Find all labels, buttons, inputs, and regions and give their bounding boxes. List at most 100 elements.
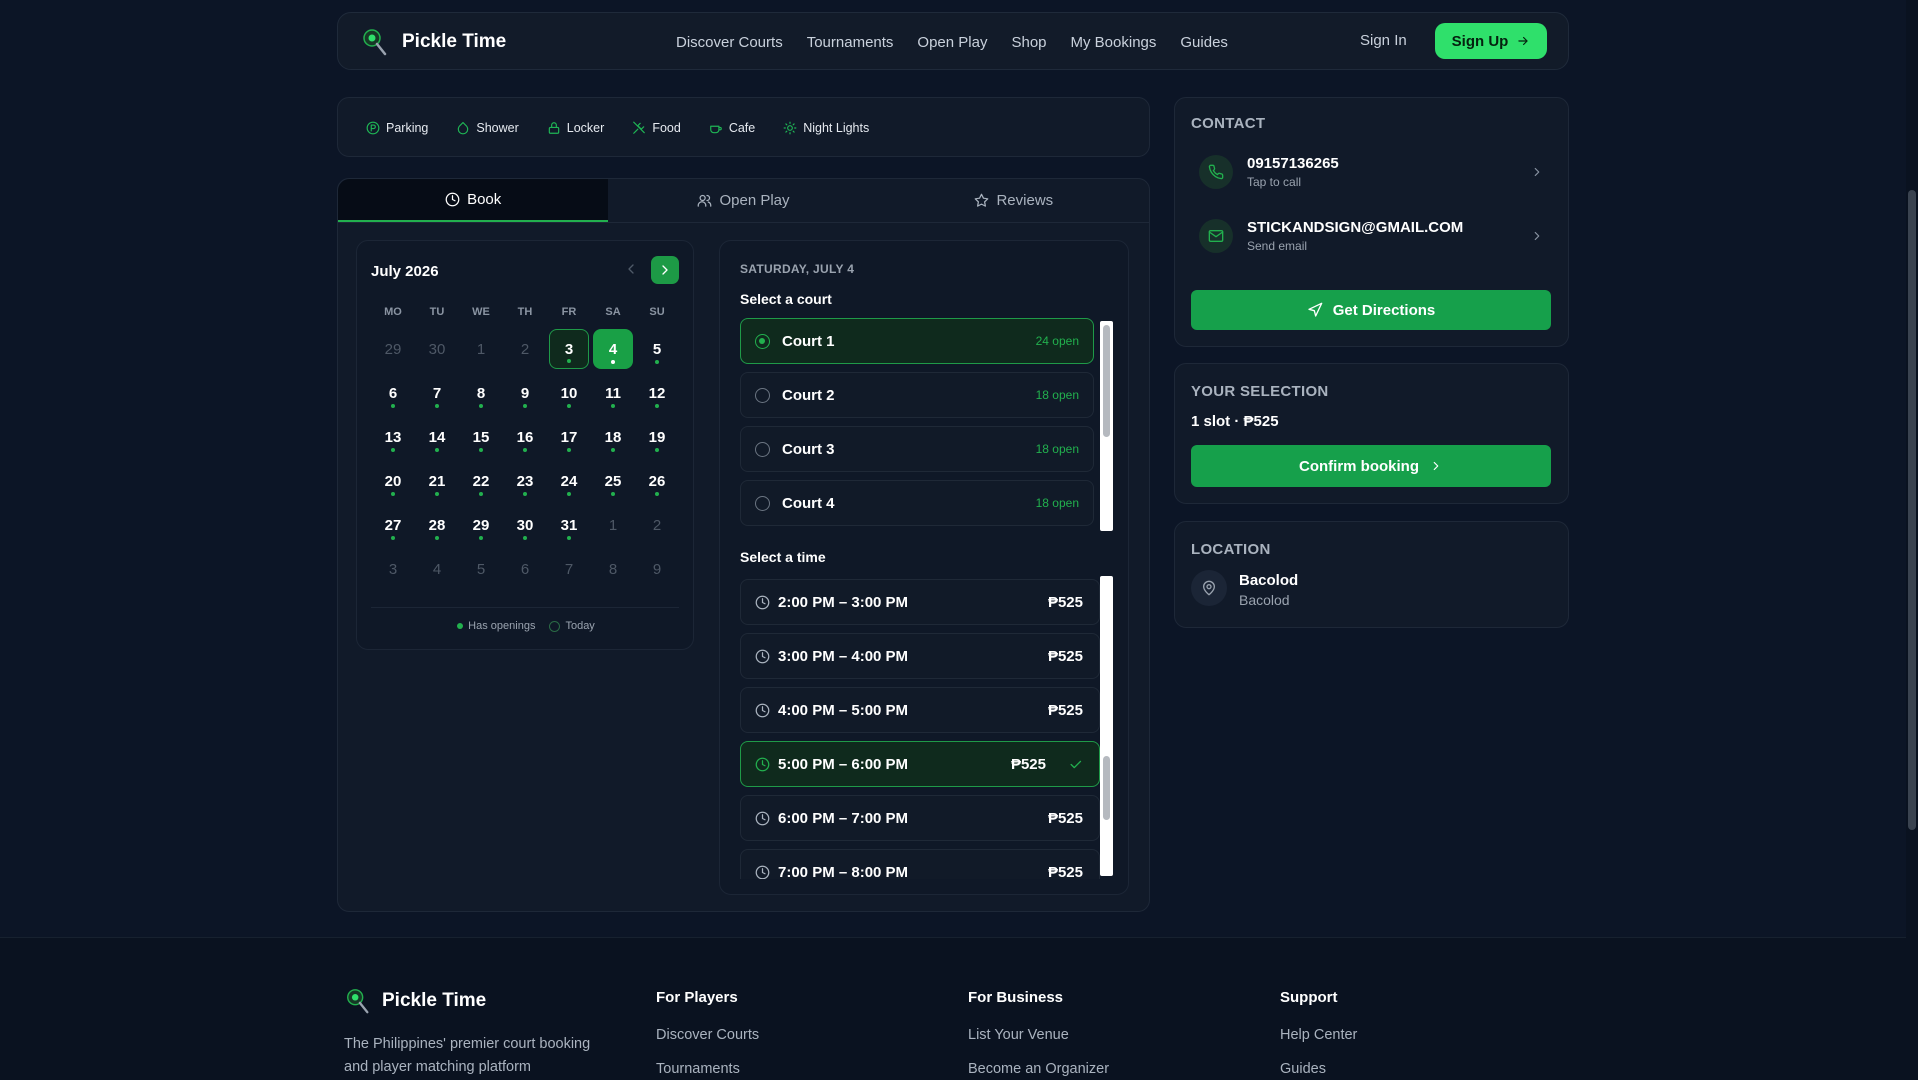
calendar-day-today[interactable]: 3 bbox=[549, 329, 589, 369]
chevron-right-icon bbox=[1433, 461, 1439, 471]
clock-icon bbox=[755, 811, 770, 825]
amenity-shower: Shower bbox=[446, 114, 528, 142]
court-name: Court 3 bbox=[782, 440, 835, 458]
confirm-booking-button[interactable]: Confirm booking bbox=[1191, 445, 1551, 487]
calendar-day[interactable]: 25 bbox=[593, 461, 633, 501]
tab-open-play[interactable]: Open Play bbox=[608, 179, 878, 222]
time-slot-price: ₱525 bbox=[1047, 647, 1083, 665]
amenity-parking: Parking bbox=[356, 114, 438, 142]
tab-reviews[interactable]: Reviews bbox=[879, 179, 1149, 222]
court-option[interactable]: Court 2 18 open bbox=[740, 372, 1094, 418]
tab-label: Book bbox=[467, 191, 502, 208]
phone-icon bbox=[1208, 164, 1224, 180]
calendar-day[interactable]: 29 bbox=[461, 505, 501, 545]
calendar-day[interactable]: 8 bbox=[461, 373, 501, 413]
calendar-next-button[interactable] bbox=[651, 256, 679, 284]
footer-link-list-venue[interactable]: List Your Venue bbox=[968, 1027, 1069, 1043]
calendar-day[interactable]: 23 bbox=[505, 461, 545, 501]
calendar-day[interactable]: 28 bbox=[417, 505, 457, 545]
nav-shop[interactable]: Shop bbox=[1011, 34, 1046, 51]
footer-support-title: Support bbox=[1280, 989, 1338, 1006]
time-slot[interactable]: 2:00 PM – 3:00 PM ₱525 bbox=[740, 579, 1100, 625]
time-slot[interactable]: 7:00 PM – 8:00 PM ₱525 bbox=[740, 849, 1100, 879]
calendar-day[interactable]: 18 bbox=[593, 417, 633, 457]
footer-link-become-organizer[interactable]: Become an Organizer bbox=[968, 1061, 1109, 1077]
court-option[interactable]: Court 3 18 open bbox=[740, 426, 1094, 472]
calendar-day: 1 bbox=[476, 340, 486, 358]
nav-tournaments[interactable]: Tournaments bbox=[807, 34, 894, 51]
time-slot[interactable]: 3:00 PM – 4:00 PM ₱525 bbox=[740, 633, 1100, 679]
calendar-day[interactable]: 6 bbox=[373, 373, 413, 413]
nav-discover-courts[interactable]: Discover Courts bbox=[676, 34, 783, 51]
calendar-day[interactable]: 17 bbox=[549, 417, 589, 457]
time-slot-list: 2:00 PM – 3:00 PM ₱525 3:00 PM – 4:00 PM ₱5… bbox=[740, 579, 1100, 879]
calendar-day-selected[interactable]: 4 bbox=[593, 329, 633, 369]
footer-link-guides[interactable]: Guides bbox=[1280, 1061, 1326, 1077]
footer-link-help-center[interactable]: Help Center bbox=[1280, 1027, 1357, 1043]
nav-my-bookings[interactable]: My Bookings bbox=[1071, 34, 1157, 51]
contact-phone: 09157136265 bbox=[1247, 155, 1339, 172]
call-row[interactable]: 09157136265 Tap to call bbox=[1189, 143, 1554, 201]
chevron-left-icon bbox=[628, 264, 634, 274]
footer-brand[interactable]: Pickle Time bbox=[344, 986, 486, 1016]
court-option[interactable]: Court 1 24 open bbox=[740, 318, 1094, 364]
weekday-label: SU bbox=[649, 306, 665, 318]
calendar-day[interactable]: 15 bbox=[461, 417, 501, 457]
time-slot[interactable]: 5:00 PM – 6:00 PM ₱525 bbox=[740, 741, 1100, 787]
calendar-day[interactable]: 5 bbox=[637, 329, 677, 369]
sign-in-link[interactable]: Sign In bbox=[1360, 32, 1407, 49]
calendar-day[interactable]: 10 bbox=[549, 373, 589, 413]
nav-open-play[interactable]: Open Play bbox=[917, 34, 987, 51]
time-slot[interactable]: 4:00 PM – 5:00 PM ₱525 bbox=[740, 687, 1100, 733]
confirm-booking-label: Confirm booking bbox=[1299, 457, 1419, 475]
calendar-day[interactable]: 9 bbox=[505, 373, 545, 413]
calendar-day[interactable]: 7 bbox=[417, 373, 457, 413]
nav-guides[interactable]: Guides bbox=[1180, 34, 1228, 51]
calendar-day[interactable]: 30 bbox=[505, 505, 545, 545]
time-slot[interactable]: 6:00 PM – 7:00 PM ₱525 bbox=[740, 795, 1100, 841]
time-slot-price: ₱525 bbox=[1047, 863, 1083, 880]
calendar-day[interactable]: 27 bbox=[373, 505, 413, 545]
your-selection-card: YOUR SELECTION 1 slot · ₱525 Confirm boo… bbox=[1174, 363, 1569, 504]
time-scrollbar-thumb[interactable] bbox=[1103, 756, 1110, 820]
calendar-day[interactable]: 21 bbox=[417, 461, 457, 501]
legend-openings-label: Has openings bbox=[468, 620, 536, 632]
tab-book[interactable]: Book bbox=[338, 179, 609, 222]
radio-indicator bbox=[755, 333, 770, 349]
court-option[interactable]: Court 4 18 open bbox=[740, 480, 1094, 526]
calendar-prev-button[interactable] bbox=[623, 261, 639, 277]
chevron-right-icon bbox=[662, 265, 668, 275]
footer-link-tournaments[interactable]: Tournaments bbox=[656, 1061, 740, 1077]
time-list-scrollbar[interactable] bbox=[1100, 576, 1113, 876]
sign-up-button[interactable]: Sign Up bbox=[1435, 23, 1547, 59]
mail-icon bbox=[1208, 230, 1224, 242]
footer-link-discover-courts[interactable]: Discover Courts bbox=[656, 1027, 759, 1043]
brand-logo[interactable]: Pickle Time bbox=[360, 27, 506, 57]
radio-indicator bbox=[755, 441, 770, 457]
calendar-day[interactable]: 16 bbox=[505, 417, 545, 457]
time-slot-label: 3:00 PM – 4:00 PM bbox=[778, 647, 909, 665]
calendar-day[interactable]: 12 bbox=[637, 373, 677, 413]
page-scrollbar[interactable] bbox=[1906, 0, 1918, 1080]
calendar-day[interactable]: 13 bbox=[373, 417, 413, 457]
email-row[interactable]: STICKANDSIGN@GMAIL.COM Send email bbox=[1189, 207, 1554, 265]
calendar-day[interactable]: 19 bbox=[637, 417, 677, 457]
court-time-panel: SATURDAY, JULY 4 Select a court Court 1 2… bbox=[719, 240, 1129, 895]
calendar-day[interactable]: 20 bbox=[373, 461, 413, 501]
calendar-day[interactable]: 22 bbox=[461, 461, 501, 501]
calendar-day: 2 bbox=[652, 516, 662, 534]
footer-brand-name: Pickle Time bbox=[382, 990, 487, 1011]
legend-openings: Has openings bbox=[457, 620, 535, 632]
court-list-scrollbar[interactable] bbox=[1100, 321, 1113, 531]
calendar-day[interactable]: 26 bbox=[637, 461, 677, 501]
contact-title: CONTACT bbox=[1191, 115, 1266, 132]
calendar-day[interactable]: 11 bbox=[593, 373, 633, 413]
page-scrollbar-thumb[interactable] bbox=[1908, 190, 1916, 830]
calendar-day[interactable]: 24 bbox=[549, 461, 589, 501]
calendar-day[interactable]: 31 bbox=[549, 505, 589, 545]
court-scrollbar-thumb[interactable] bbox=[1103, 325, 1110, 437]
calendar-day[interactable]: 14 bbox=[417, 417, 457, 457]
phone-icon-badge bbox=[1199, 155, 1233, 189]
get-directions-button[interactable]: Get Directions bbox=[1191, 290, 1551, 330]
main-nav: Discover Courts Tournaments Open Play Sh… bbox=[676, 13, 1228, 71]
